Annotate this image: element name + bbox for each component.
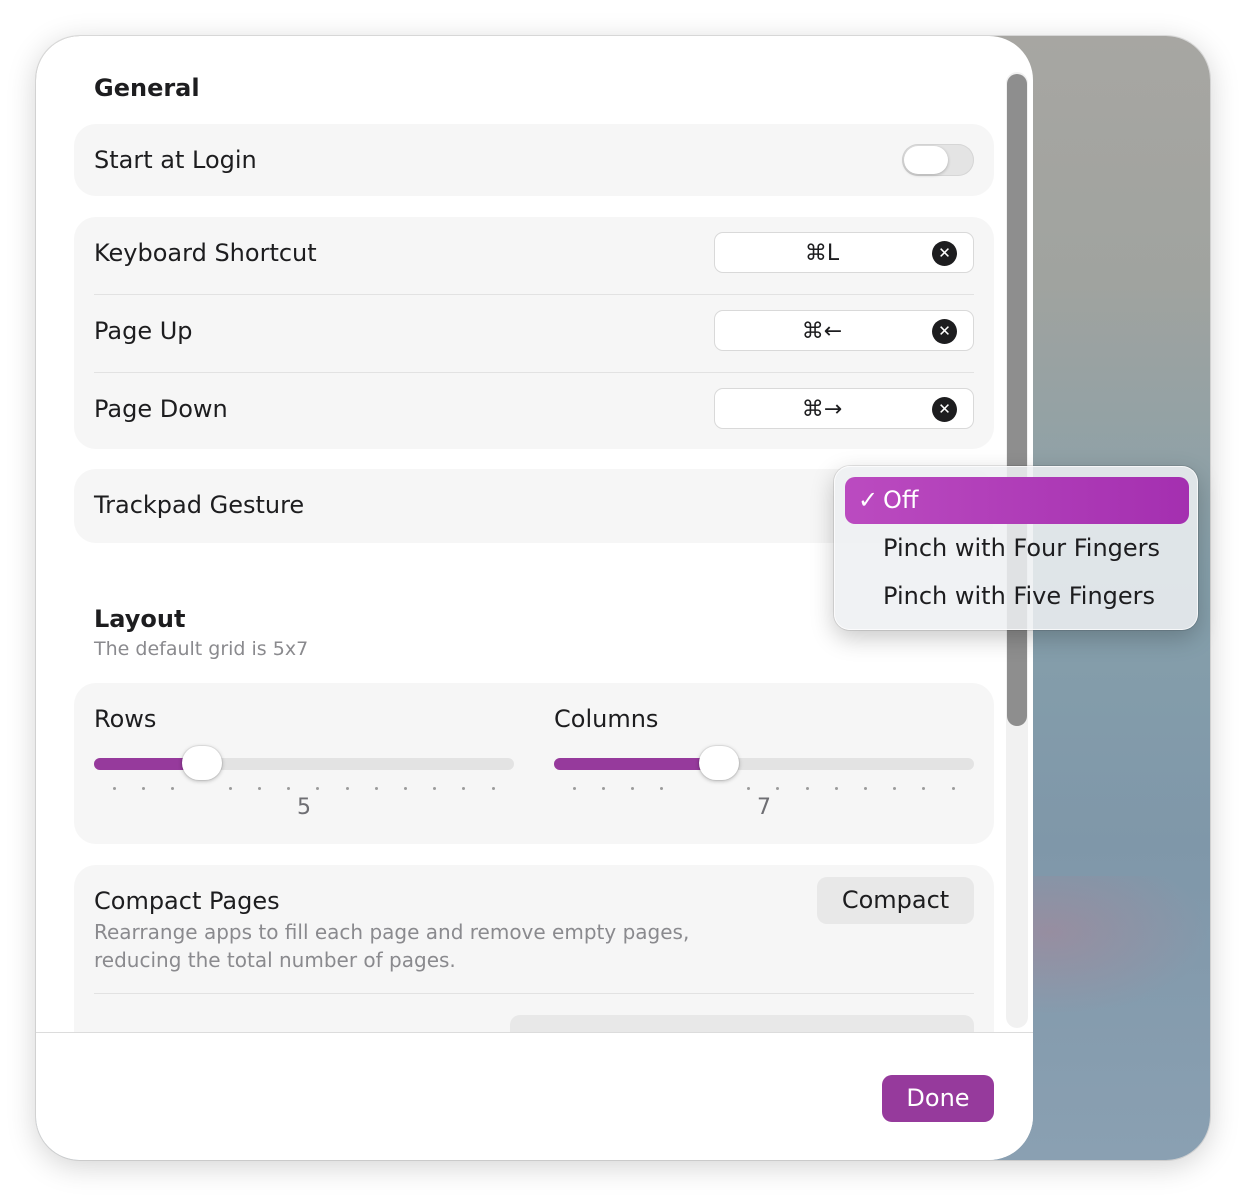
- menu-item-label: Off: [883, 486, 919, 514]
- x-circle-icon[interactable]: ✕: [932, 319, 957, 344]
- page-up-label: Page Up: [94, 317, 193, 345]
- start-at-login-group: Start at Login: [74, 124, 994, 196]
- keyboard-shortcut-label: Keyboard Shortcut: [94, 239, 317, 267]
- page-up-keys: ⌘←: [801, 319, 843, 344]
- done-button[interactable]: Done: [882, 1075, 994, 1122]
- divider: [94, 372, 974, 373]
- divider: [94, 294, 974, 295]
- rows-slider-thumb[interactable]: [182, 746, 222, 780]
- compact-button[interactable]: Compact: [817, 877, 974, 924]
- x-circle-icon[interactable]: ✕: [932, 397, 957, 422]
- menu-item-label: Pinch with Five Fingers: [883, 582, 1156, 610]
- divider: [94, 993, 974, 994]
- rows-label: Rows: [94, 705, 157, 733]
- page-down-label: Page Down: [94, 395, 228, 423]
- columns-value: 7: [757, 795, 771, 820]
- page-down-shortcut-recorder[interactable]: ⌘→ ✕: [714, 388, 974, 429]
- start-at-login-toggle[interactable]: [902, 144, 974, 176]
- sheet-footer: Done: [36, 1032, 1033, 1160]
- page-down-keys: ⌘→: [801, 397, 843, 422]
- compact-pages-title: Compact Pages: [94, 887, 280, 915]
- layout-subtitle: The default grid is 5x7: [94, 638, 309, 660]
- section-title-layout: Layout: [94, 605, 186, 633]
- menu-item-pinch-four-fingers[interactable]: Pinch with Four Fingers: [845, 525, 1189, 572]
- checkmark-icon: ✓: [857, 486, 879, 514]
- x-circle-icon[interactable]: ✕: [932, 241, 957, 266]
- section-title-general: General: [94, 74, 200, 102]
- page-up-shortcut-recorder[interactable]: ⌘← ✕: [714, 310, 974, 351]
- toggle-knob: [904, 146, 948, 174]
- menu-item-pinch-five-fingers[interactable]: Pinch with Five Fingers: [845, 573, 1189, 620]
- shortcuts-group: Keyboard Shortcut ⌘L ✕ Page Up ⌘← ✕ Page…: [74, 217, 994, 449]
- menu-item-label: Pinch with Four Fingers: [883, 534, 1161, 562]
- rows-value: 5: [297, 795, 311, 820]
- keyboard-shortcut-keys: ⌘L: [804, 241, 840, 266]
- trackpad-gesture-label: Trackpad Gesture: [94, 491, 305, 519]
- compact-pages-description: Rearrange apps to fill each page and rem…: [94, 920, 690, 972]
- compact-pages-group: Compact Pages Rearrange apps to fill eac…: [74, 865, 994, 1032]
- next-row-button[interactable]: [510, 1015, 974, 1032]
- trackpad-gesture-menu: ✓ Off Pinch with Four Fingers Pinch with…: [834, 466, 1198, 630]
- columns-slider-thumb[interactable]: [699, 746, 739, 780]
- menu-item-off[interactable]: ✓ Off: [845, 477, 1189, 524]
- columns-label: Columns: [554, 705, 659, 733]
- columns-slider-fill: [554, 758, 719, 770]
- grid-size-group: Rows 5 Columns 7: [74, 683, 994, 844]
- start-at-login-label: Start at Login: [94, 146, 257, 174]
- keyboard-shortcut-recorder[interactable]: ⌘L ✕: [714, 232, 974, 273]
